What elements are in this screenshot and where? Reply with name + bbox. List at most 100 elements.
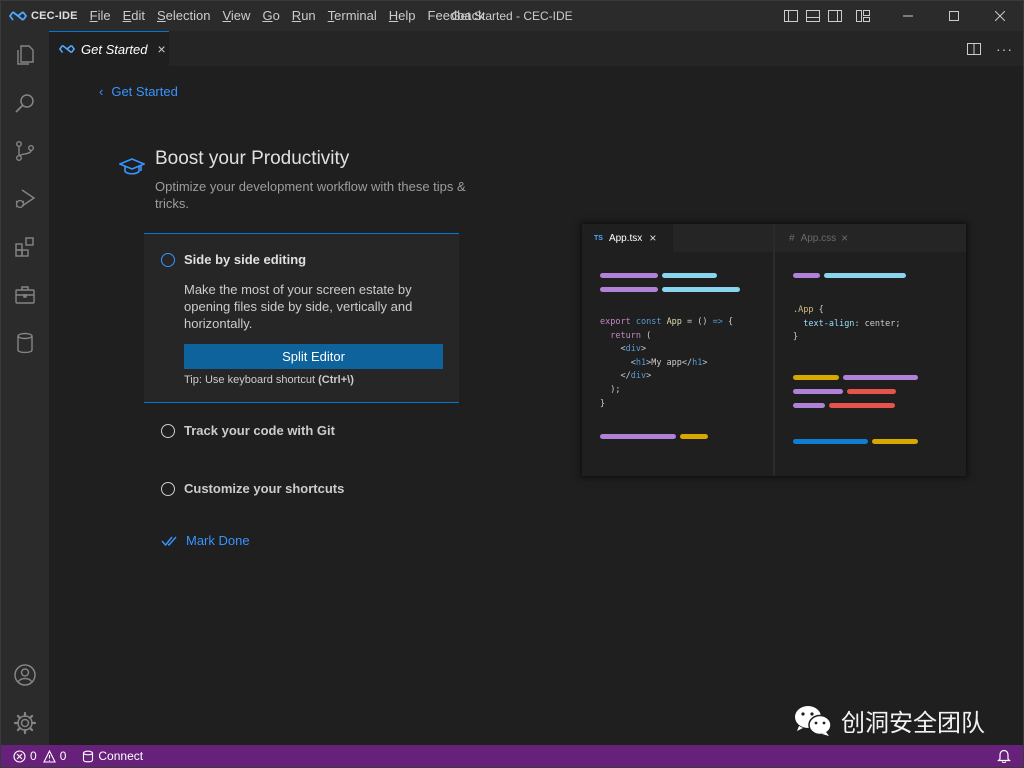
maximize-button[interactable] [931,1,977,31]
toggle-primary-sidebar-icon[interactable] [783,8,799,24]
warning-icon [42,749,56,763]
settings-gear-icon [13,711,37,735]
step-checkbox[interactable] [161,252,175,267]
more-actions-icon[interactable]: ··· [996,41,1013,57]
source-control-icon [16,141,34,162]
cec-logo-icon [59,44,75,54]
preview-split-divider [773,224,775,476]
menu-mnemonic: R [291,8,302,23]
step-title: Track your code with Git [184,423,335,438]
menu-mnemonic: E [122,8,132,23]
menu-label: dit [131,8,145,23]
tab-get-started[interactable]: Get Started × [49,31,169,66]
menu-mnemonic: H [388,8,399,23]
split-editor-button[interactable]: Split Editor [184,344,443,369]
error-count: 0 [30,749,37,763]
placeholder-bar [600,273,658,278]
placeholder-bar [600,287,658,292]
toggle-panel-icon[interactable] [805,8,821,24]
placeholder-bar [843,375,918,380]
menu-file[interactable]: File [84,1,117,31]
run-debug-button[interactable] [1,175,49,223]
menu-edit[interactable]: Edit [117,1,151,31]
menu-selection[interactable]: Selection [151,1,216,31]
preview-tab-close-icon: × [841,231,849,245]
preview-tab-app-css: # App.css × [775,224,875,252]
manage-button[interactable] [1,699,49,747]
accounts-button[interactable] [1,651,49,699]
placeholder-bar [793,439,868,444]
step-title-row: Side by side editing [161,252,306,267]
menu-label: elp [398,8,416,23]
menu-feedback[interactable]: Feedback [422,1,491,31]
menu-run[interactable]: Run [286,1,322,31]
database-button[interactable] [1,319,49,367]
check-all-icon [161,536,177,546]
menu-help[interactable]: Help [383,1,422,31]
extensions-icon [15,237,34,257]
placeholder-bar [829,403,895,408]
ide-window: CEC-IDE File Edit Selection View Go Run Termin… [0,0,1024,768]
placeholder-bar [824,273,906,278]
tip-text: Tip: Use keyboard shortcut [184,374,319,386]
typescript-icon: TS [594,234,603,242]
step-side-by-side-editing[interactable]: Side by side editing Make the most of yo… [144,233,459,403]
database-icon [83,750,94,762]
back-to-get-started-link[interactable]: ‹ Get Started [99,84,178,99]
toggle-secondary-sidebar-icon[interactable] [827,8,843,24]
extensions-button[interactable] [1,223,49,271]
problems-status[interactable]: 0 0 [13,749,66,763]
walkthrough-header: Boost your Productivity Optimize your de… [119,148,475,212]
explorer-icon [17,45,34,65]
tip-shortcut: (Ctrl+\) [318,374,354,386]
menu-mnemonic: V [222,8,231,23]
step-track-code-with-git[interactable]: Track your code with Git [161,423,335,438]
tab-label: Get Started [81,41,148,57]
title-actions [783,1,1023,31]
tab-close-button[interactable]: × [157,41,165,57]
cec-logo-icon [9,11,27,21]
page-subtitle: Optimize your development workflow with … [155,179,466,211]
step-customize-shortcuts[interactable]: Customize your shortcuts [161,481,344,496]
search-button[interactable] [1,79,49,127]
menu-mnemonic: F [89,8,98,23]
menu-mnemonic: S [157,8,166,23]
step-description: Make the most of your screen estate by o… [184,282,413,331]
placeholder-bar [662,287,740,292]
menu-view[interactable]: View [216,1,256,31]
brand-name: CEC-IDE [31,10,78,22]
close-window-button[interactable] [977,1,1023,31]
toolbox-button[interactable] [1,271,49,319]
split-editor-icon[interactable] [966,41,982,57]
step-checkbox[interactable] [161,481,175,496]
menu-mnemonic: G [262,8,273,23]
watermark: 创洞安全团队 [793,703,985,738]
explorer-button[interactable] [1,31,49,79]
step-title: Customize your shortcuts [184,481,345,496]
chevron-left-icon: ‹ [99,84,104,99]
menu-bar: File Edit Selection View Go Run Terminal Help Fe… [84,1,491,31]
customize-layout-icon[interactable] [855,8,871,24]
mortarboard-icon [119,158,145,175]
preview-tab-app-tsx: TS App.tsx × [582,224,673,252]
notifications-bell-icon[interactable] [997,748,1011,763]
step-checkbox[interactable] [161,423,175,438]
minimize-button[interactable] [885,1,931,31]
error-icon [13,749,26,763]
step-title: Side by side editing [184,252,307,267]
mark-done-link[interactable]: Mark Done [161,533,250,548]
step-tip: Tip: Use keyboard shortcut (Ctrl+\) [184,374,354,386]
placeholder-bar [600,434,676,439]
preview-code-tsx: export const App = () => { return ( <div… [600,317,734,409]
status-bar: 0 0 Connect [1,745,1023,767]
source-control-button[interactable] [1,127,49,175]
menu-go[interactable]: Go [256,1,285,31]
menu-terminal[interactable]: Terminal [322,1,383,31]
editor-tab-bar: Get Started × ··· [49,31,1023,66]
account-icon [14,664,36,686]
connect-status[interactable]: Connect [82,749,143,763]
mark-done-label: Mark Done [186,533,250,548]
preview-code-css: .App { text-align: center; } [793,305,901,343]
menu-label: iew [230,8,251,23]
placeholder-bar [662,273,717,278]
